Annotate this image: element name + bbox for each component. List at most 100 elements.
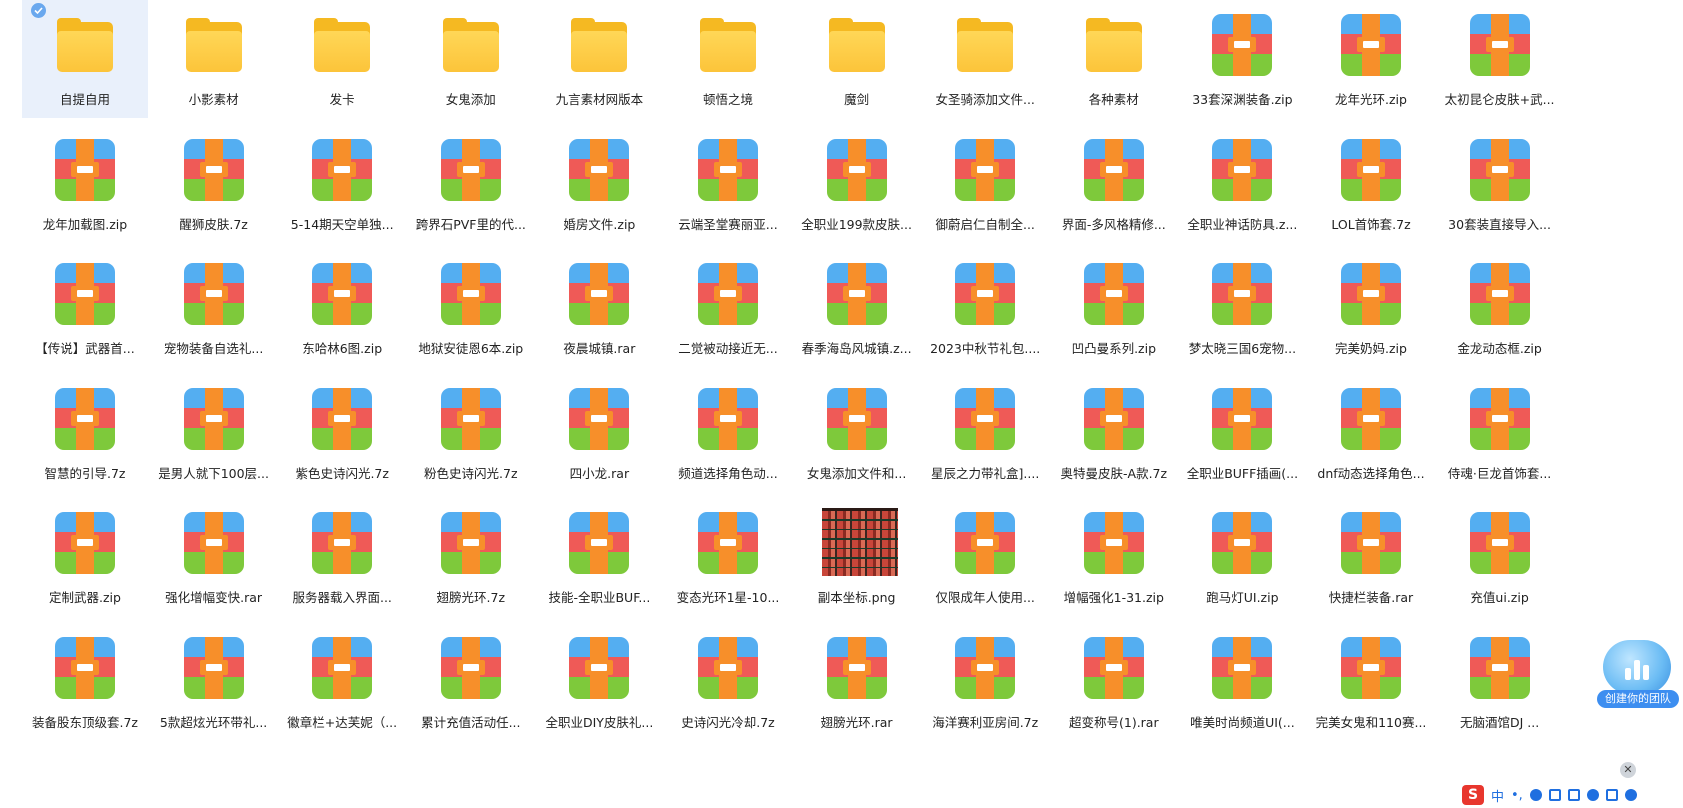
- archive-file-item[interactable]: 二觉被动接近无...: [665, 249, 791, 367]
- archive-file-item[interactable]: 装备股东顶级套.7z: [22, 623, 148, 741]
- archive-file-item[interactable]: 快捷栏装备.rar: [1308, 498, 1434, 616]
- folder-item[interactable]: 小影素材: [151, 0, 277, 118]
- game-icon[interactable]: [1586, 789, 1599, 801]
- archive-file-item[interactable]: 婚房文件.zip: [536, 125, 662, 243]
- archive-file-item[interactable]: dnf动态选择角色...: [1308, 374, 1434, 492]
- folder-item[interactable]: 各种素材: [1051, 0, 1177, 118]
- archive-file-item[interactable]: 30套装直接导入...: [1437, 125, 1563, 243]
- toolbox-icon[interactable]: [1605, 789, 1618, 801]
- archive-icon: [955, 512, 1016, 575]
- file-name-label: 完美奶妈.zip: [1335, 341, 1407, 357]
- ime-toolbar: S 中 •,: [1456, 782, 1683, 808]
- folder-item[interactable]: 九言素材网版本: [536, 0, 662, 118]
- archive-file-item[interactable]: 金龙动态框.zip: [1437, 249, 1563, 367]
- archive-file-item[interactable]: 醒狮皮肤.7z: [151, 125, 277, 243]
- archive-file-item[interactable]: 春季海岛风城镇.z...: [794, 249, 920, 367]
- ime-language-toggle[interactable]: 中: [1491, 786, 1504, 805]
- archive-file-item[interactable]: 唯美时尚频道UI(...: [1179, 623, 1305, 741]
- archive-file-item[interactable]: 累计充值活动任...: [408, 623, 534, 741]
- archive-file-item[interactable]: 超变称号(1).rar: [1051, 623, 1177, 741]
- file-name-label: 全职业BUFF插画(...: [1186, 465, 1299, 481]
- archive-file-item[interactable]: 全职业199款皮肤...: [794, 125, 920, 243]
- archive-file-item[interactable]: 全职业BUFF插画(...: [1179, 374, 1305, 492]
- archive-file-item[interactable]: 粉色史诗闪光.7z: [408, 374, 534, 492]
- archive-file-item[interactable]: 翅膀光环.7z: [408, 498, 534, 616]
- file-name-label: 快捷栏装备.rar: [1328, 590, 1414, 606]
- ime-punctuation-toggle[interactable]: •,: [1511, 788, 1523, 803]
- archive-file-item[interactable]: 紫色史诗闪光.7z: [279, 374, 405, 492]
- image-file-item[interactable]: 副本坐标.png: [794, 498, 920, 616]
- folder-item[interactable]: 顿悟之境: [665, 0, 791, 118]
- archive-file-item[interactable]: 全职业DIY皮肤礼...: [536, 623, 662, 741]
- sogou-logo-icon[interactable]: S: [1462, 785, 1484, 805]
- archive-file-item[interactable]: 技能-全职业BUF...: [536, 498, 662, 616]
- file-name-label: 梦太晓三国6宠物...: [1188, 341, 1297, 357]
- file-name-label: 累计充值活动任...: [421, 715, 521, 730]
- create-team-widget[interactable]: 创建你的团队: [1597, 640, 1679, 712]
- archive-file-item[interactable]: 宠物装备自选礼...: [151, 249, 277, 367]
- archive-file-item[interactable]: 2023中秋节礼包....: [922, 249, 1048, 367]
- archive-file-item[interactable]: 龙年加载图.zip: [22, 125, 148, 243]
- file-name-label: 史诗闪光冷却.7z: [681, 715, 775, 730]
- archive-file-item[interactable]: 全职业神话防具.z...: [1179, 125, 1305, 243]
- file-name-label: 九言素材网版本: [555, 92, 644, 107]
- archive-file-item[interactable]: 服务器载入界面...: [279, 498, 405, 616]
- close-widget-button[interactable]: ✕: [1620, 762, 1636, 778]
- archive-file-item[interactable]: LOL首饰套.7z: [1308, 125, 1434, 243]
- archive-file-item[interactable]: 增幅强化1-31.zip: [1051, 498, 1177, 616]
- archive-icon: [826, 387, 887, 450]
- archive-file-item[interactable]: 云端圣堂赛丽亚...: [665, 125, 791, 243]
- archive-file-item[interactable]: 四小龙.rar: [536, 374, 662, 492]
- archive-file-item[interactable]: 奥特曼皮肤-A款.7z: [1051, 374, 1177, 492]
- file-name-label: 金龙动态框.zip: [1457, 341, 1542, 357]
- folder-item[interactable]: 发卡: [279, 0, 405, 118]
- archive-file-item[interactable]: 完美奶妈.zip: [1308, 249, 1434, 367]
- archive-file-item[interactable]: 界面-多风格精修...: [1051, 125, 1177, 243]
- archive-file-item[interactable]: 5款超炫光环带礼...: [151, 623, 277, 741]
- archive-file-item[interactable]: 强化增幅变快.rar: [151, 498, 277, 616]
- archive-file-item[interactable]: 太初昆仑皮肤+武...: [1437, 0, 1563, 118]
- archive-icon: [569, 512, 630, 575]
- archive-file-item[interactable]: 史诗闪光冷却.7z: [665, 623, 791, 741]
- archive-file-item[interactable]: 仅限成年人使用...: [922, 498, 1048, 616]
- archive-file-item[interactable]: 侍魂·巨龙首饰套...: [1437, 374, 1563, 492]
- archive-file-item[interactable]: 夜晨城镇.rar: [536, 249, 662, 367]
- microphone-icon[interactable]: [1529, 789, 1542, 801]
- archive-file-item[interactable]: 跑马灯UI.zip: [1179, 498, 1305, 616]
- archive-file-item[interactable]: 凹凸曼系列.zip: [1051, 249, 1177, 367]
- folder-item[interactable]: 女鬼添加: [408, 0, 534, 118]
- archive-file-item[interactable]: 徽章栏+达芙妮（...: [279, 623, 405, 741]
- archive-file-item[interactable]: 无脑酒馆DJ ...: [1437, 623, 1563, 741]
- archive-file-item[interactable]: 跨界石PVF里的代...: [408, 125, 534, 243]
- archive-icon: [698, 512, 758, 575]
- archive-file-item[interactable]: 频道选择角色动...: [665, 374, 791, 492]
- folder-item[interactable]: 女圣骑添加文件...: [922, 0, 1048, 118]
- archive-file-item[interactable]: 【传说】武器首...: [22, 249, 148, 367]
- archive-file-item[interactable]: 梦太晓三国6宠物...: [1179, 249, 1305, 367]
- archive-file-item[interactable]: 是男人就下100层...: [151, 374, 277, 492]
- checkmark-icon[interactable]: [31, 3, 46, 18]
- folder-item[interactable]: 自提自用: [22, 0, 148, 118]
- archive-file-item[interactable]: 智慧的引导.7z: [22, 374, 148, 492]
- archive-file-item[interactable]: 5-14期天空单独...: [279, 125, 405, 243]
- archive-file-item[interactable]: 充值ui.zip: [1437, 498, 1563, 616]
- archive-icon: [569, 637, 630, 699]
- archive-file-item[interactable]: 33套深渊装备.zip: [1179, 0, 1305, 118]
- file-name-label: 5-14期天空单独...: [290, 216, 394, 232]
- archive-file-item[interactable]: 女鬼添加文件和...: [794, 374, 920, 492]
- archive-file-item[interactable]: 海洋赛利亚房间.7z: [922, 623, 1048, 741]
- archive-file-item[interactable]: 地狱安徒恩6本.zip: [408, 249, 534, 367]
- keyboard-icon[interactable]: [1548, 789, 1561, 801]
- folder-item[interactable]: 魔剑: [794, 0, 920, 118]
- archive-file-item[interactable]: 星辰之力带礼盒]....: [922, 374, 1048, 492]
- archive-file-item[interactable]: 东哈林6图.zip: [279, 249, 405, 367]
- settings-icon[interactable]: [1624, 789, 1637, 801]
- archive-file-item[interactable]: 定制武器.zip: [22, 498, 148, 616]
- archive-icon: [183, 512, 244, 575]
- archive-file-item[interactable]: 翅膀光环.rar: [794, 623, 920, 741]
- archive-file-item[interactable]: 御蔚启仁自制全...: [922, 125, 1048, 243]
- skin-icon[interactable]: [1567, 789, 1580, 801]
- archive-file-item[interactable]: 完美女鬼和110赛...: [1308, 623, 1434, 741]
- archive-file-item[interactable]: 变态光环1星-10...: [665, 498, 791, 616]
- archive-file-item[interactable]: 龙年光环.zip: [1308, 0, 1434, 118]
